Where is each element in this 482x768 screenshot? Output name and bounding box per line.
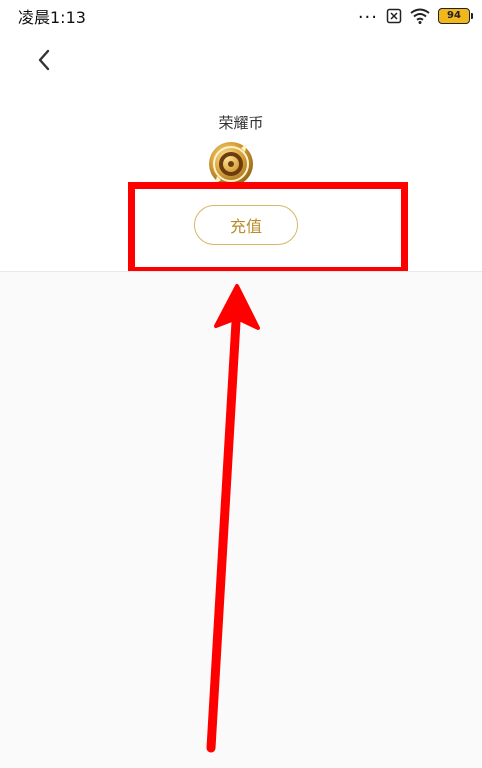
status-time: 凌晨1:13 (18, 8, 86, 27)
highlight-box (128, 182, 408, 274)
battery-icon: 94 (438, 8, 473, 24)
status-bar: 凌晨1:13 ... 94 (0, 0, 482, 32)
page-title: 荣耀币 (218, 114, 264, 132)
sim-disabled-icon (386, 8, 402, 24)
status-icons: ... 94 (357, 2, 473, 24)
coin-icon (209, 142, 253, 186)
content-area (0, 272, 482, 768)
more-dots-icon: ... (357, 2, 378, 23)
chevron-left-icon (38, 49, 50, 71)
wifi-icon (410, 8, 430, 24)
back-button[interactable] (30, 46, 58, 74)
